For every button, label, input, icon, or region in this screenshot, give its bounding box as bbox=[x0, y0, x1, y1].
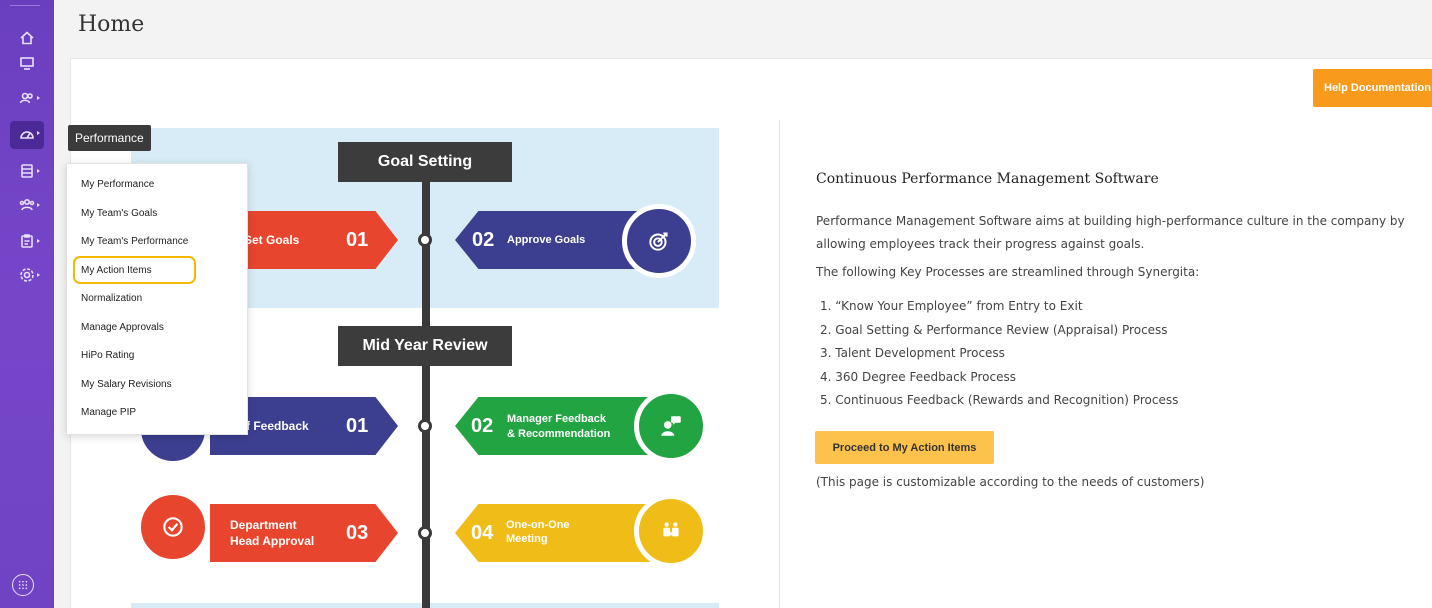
performance-tooltip: Performance bbox=[68, 125, 151, 151]
content-paragraph: Performance Management Software aims at … bbox=[816, 214, 1405, 251]
menu-item-manage-approvals[interactable]: Manage Approvals bbox=[81, 321, 164, 335]
menu-item-normalization[interactable]: Normalization bbox=[81, 292, 142, 306]
step-number: 01 bbox=[346, 228, 369, 251]
timeline-node bbox=[418, 419, 432, 433]
step-label: f Feedback bbox=[246, 419, 309, 433]
performance-menu: My Performance My Team's Goals My Team's… bbox=[66, 163, 248, 435]
settings-icon[interactable] bbox=[10, 263, 44, 287]
sidebar-divider bbox=[10, 5, 40, 6]
panel-divider bbox=[779, 120, 780, 608]
step-label: Set Goals bbox=[244, 233, 300, 247]
list-item: 2. Goal Setting & Performance Review (Ap… bbox=[820, 322, 1168, 337]
step-label-line1: Manager Feedback bbox=[507, 413, 607, 425]
target-icon bbox=[622, 204, 696, 278]
list-item: 3. Talent Development Process bbox=[820, 346, 1005, 361]
database-icon[interactable] bbox=[10, 159, 44, 183]
content-title: Continuous Performance Management Softwa… bbox=[816, 171, 1159, 187]
monitor-icon[interactable] bbox=[10, 51, 44, 75]
process-list: 1. “Know Your Employee” from Entry to Ex… bbox=[820, 297, 1178, 415]
step-manager-feedback: 02 Manager Feedback & Recommendation bbox=[455, 397, 650, 455]
apps-icon[interactable] bbox=[12, 574, 34, 596]
step-number: 01 bbox=[346, 414, 369, 437]
step-label-line1: Department bbox=[230, 518, 297, 532]
section-goal-setting: Goal Setting bbox=[338, 142, 512, 182]
menu-item-hipo-rating[interactable]: HiPo Rating bbox=[81, 349, 134, 363]
help-documentation-button[interactable]: Help Documentation bbox=[1313, 69, 1432, 107]
content-subtitle: The following Key Processes are streamli… bbox=[816, 265, 1200, 279]
team-icon[interactable] bbox=[10, 193, 44, 217]
highlight-ring bbox=[73, 256, 196, 284]
step-number: 03 bbox=[346, 521, 369, 544]
home-icon[interactable] bbox=[10, 26, 44, 50]
customization-note: (This page is customizable according to … bbox=[816, 475, 1205, 489]
menu-item-my-teams-performance[interactable]: My Team's Performance bbox=[81, 235, 188, 249]
gauge-icon[interactable] bbox=[10, 121, 44, 149]
step-department-head-approval: Department Head Approval 03 bbox=[210, 504, 398, 562]
step-approve-goals: 02 Approve Goals bbox=[455, 211, 650, 269]
step-number: 02 bbox=[471, 414, 494, 437]
timeline-node bbox=[418, 526, 432, 540]
list-item: 4. 360 Degree Feedback Process bbox=[820, 369, 1016, 384]
step-label-line2: & Recommendation bbox=[507, 428, 611, 440]
users-icon[interactable] bbox=[10, 86, 44, 110]
timeline-node bbox=[418, 233, 432, 247]
step-label: Approve Goals bbox=[507, 234, 586, 246]
list-item: 5. Continuous Feedback (Rewards and Reco… bbox=[820, 393, 1179, 408]
step-label-line2: Head Approval bbox=[230, 534, 315, 548]
menu-item-manage-pip[interactable]: Manage PIP bbox=[81, 406, 136, 420]
chat-user-icon bbox=[634, 389, 708, 463]
check-circle-icon bbox=[136, 490, 210, 564]
proceed-button[interactable]: Proceed to My Action Items bbox=[815, 431, 994, 464]
step-label-line2: Meeting bbox=[506, 533, 548, 545]
page-title: Home bbox=[78, 12, 145, 37]
sidebar bbox=[0, 0, 54, 608]
step-one-on-one-meeting: 04 One-on-One Meeting bbox=[455, 504, 650, 562]
section-mid-year-review: Mid Year Review bbox=[338, 326, 512, 366]
clipboard-icon[interactable] bbox=[10, 229, 44, 253]
menu-item-my-salary-revisions[interactable]: My Salary Revisions bbox=[81, 378, 172, 392]
menu-item-my-performance[interactable]: My Performance bbox=[81, 178, 154, 192]
step-number: 04 bbox=[471, 521, 494, 544]
meeting-icon bbox=[634, 494, 708, 568]
menu-item-my-teams-goals[interactable]: My Team's Goals bbox=[81, 207, 157, 221]
step-number: 02 bbox=[472, 228, 495, 251]
step-label-line1: One-on-One bbox=[506, 519, 570, 531]
list-item: 1. “Know Your Employee” from Entry to Ex… bbox=[820, 299, 1083, 313]
